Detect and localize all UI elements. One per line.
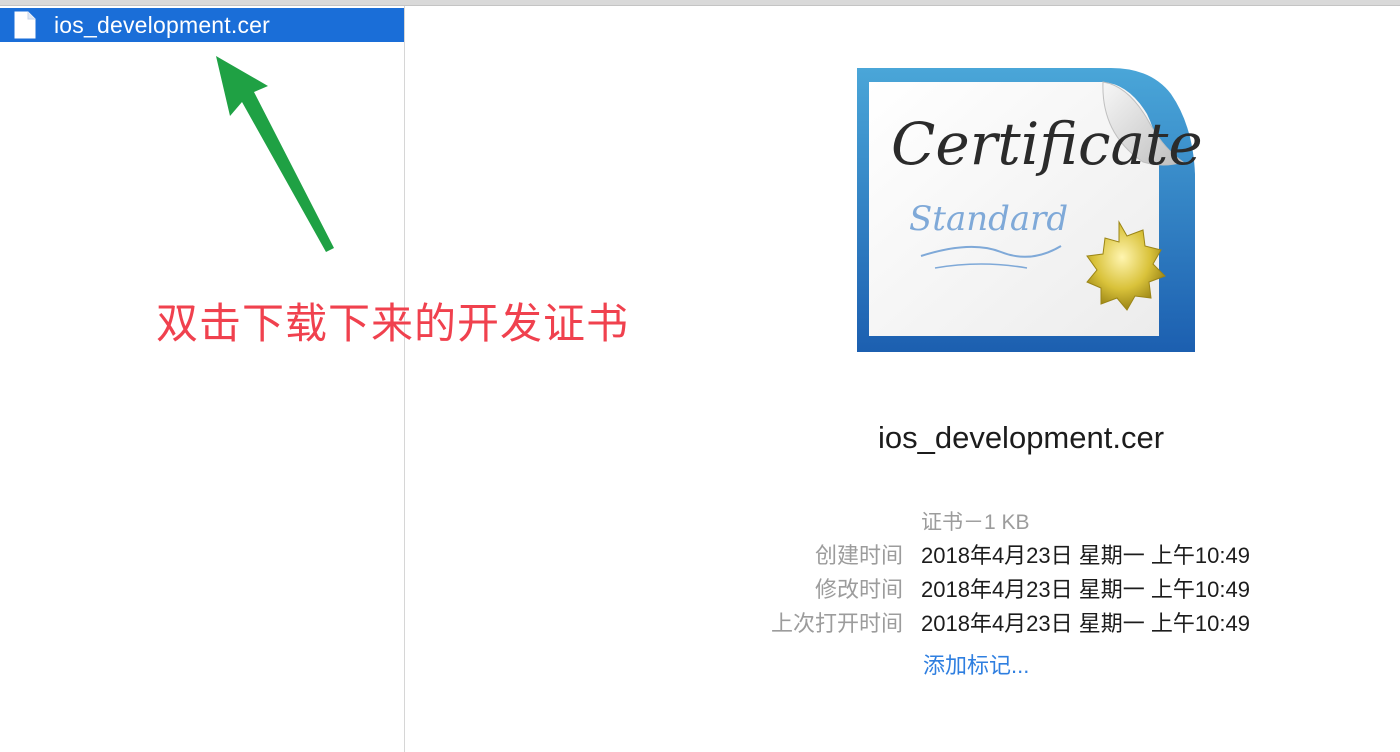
- add-tags-link[interactable]: 添加标记...: [923, 648, 1029, 680]
- info-row-last-opened: 上次打开时间 2018年4月23日 星期一 上午10:49: [405, 606, 1400, 636]
- file-name-label: ios_development.cer: [54, 11, 271, 38]
- last-opened-label: 上次打开时间: [770, 611, 903, 636]
- preview-file-name: ios_development.cer: [877, 420, 1165, 455]
- info-row-modified: 修改时间 2018年4月23日 星期一 上午10:49: [405, 572, 1400, 602]
- standard-text: Standard: [909, 199, 1068, 239]
- modified-label: 修改时间: [814, 577, 903, 602]
- created-label: 创建时间: [814, 543, 903, 568]
- annotation-arrow-icon: [216, 56, 334, 252]
- info-row-created: 创建时间 2018年4月23日 星期一 上午10:49: [405, 538, 1400, 568]
- document-icon: [14, 11, 36, 39]
- modified-value: 2018年4月23日 星期一 上午10:49: [921, 577, 1250, 602]
- file-row-ios-development-cer[interactable]: ios_development.cer: [0, 8, 404, 42]
- file-kind-size: 证书－1 KB: [921, 511, 1030, 534]
- certificate-text: Certificate: [891, 110, 1201, 178]
- certificate-icon: Certificate Standard: [857, 68, 1201, 352]
- preview-pane: Certificate Standard ios_development.cer…: [405, 6, 1400, 752]
- created-value: 2018年4月23日 星期一 上午10:49: [921, 543, 1250, 568]
- last-opened-value: 2018年4月23日 星期一 上午10:49: [921, 611, 1250, 636]
